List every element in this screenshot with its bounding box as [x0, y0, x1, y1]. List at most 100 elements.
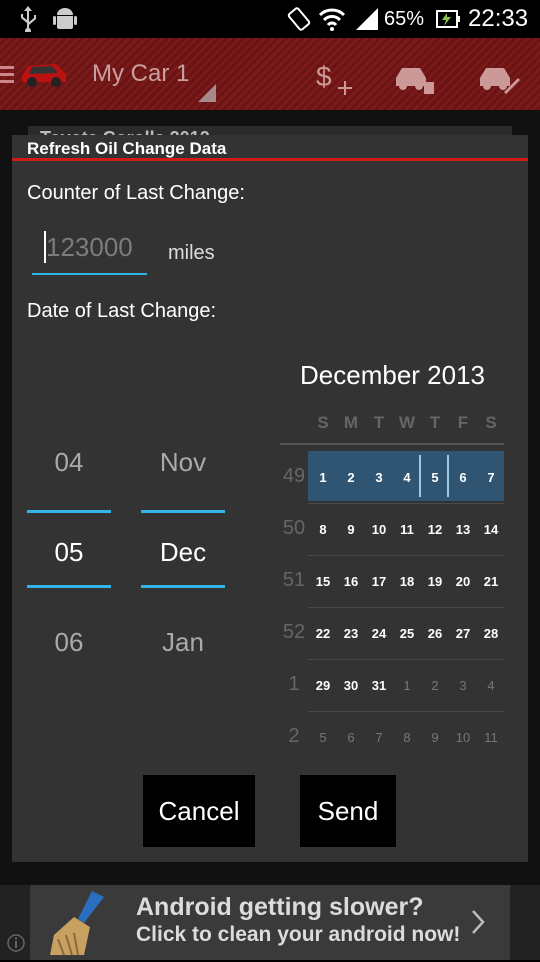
calendar-day[interactable]: 9: [337, 522, 365, 537]
date-label: Date of Last Change:: [27, 300, 217, 322]
delete-car-icon[interactable]: [394, 60, 438, 101]
calendar-day[interactable]: 15: [309, 574, 337, 589]
week-divider: [308, 607, 504, 608]
month-select-line-top: [141, 510, 225, 513]
spinner-arrow-icon[interactable]: [198, 84, 216, 107]
calendar-day[interactable]: 18: [393, 574, 421, 589]
day-selected[interactable]: 05: [27, 537, 111, 568]
calendar-day[interactable]: 10: [449, 730, 477, 745]
calendar-day[interactable]: 16: [337, 574, 365, 589]
calendar-day[interactable]: 8: [393, 730, 421, 745]
ad-banner[interactable]: Android getting slower? Click to clean y…: [0, 885, 540, 960]
month-select-line-bottom: [141, 585, 225, 588]
calendar-day[interactable]: 25: [393, 626, 421, 641]
day-prev[interactable]: 04: [27, 447, 111, 478]
calendar-day[interactable]: 3: [365, 470, 393, 485]
battery-percent: 65%: [384, 8, 425, 30]
calendar-day[interactable]: 29: [309, 678, 337, 693]
calendar-day[interactable]: 26: [421, 626, 449, 641]
clock: 22:33: [468, 5, 529, 32]
weekday-header: S: [485, 413, 497, 432]
status-bar: 65% 22:33: [0, 0, 540, 38]
month-prev[interactable]: Nov: [141, 447, 225, 478]
week-number: 2: [288, 725, 300, 747]
calendar-day[interactable]: 6: [337, 730, 365, 745]
month-picker[interactable]: Nov Dec Jan: [141, 435, 225, 665]
units-label: miles: [168, 242, 215, 264]
ad-content[interactable]: Android getting slower? Click to clean y…: [30, 885, 510, 960]
usb-icon: [16, 6, 40, 37]
car-logo-icon[interactable]: [18, 54, 70, 95]
battery-charging-icon: [436, 9, 460, 34]
week-divider: [308, 555, 504, 556]
week-number: 51: [282, 569, 306, 591]
calendar-day[interactable]: 7: [477, 470, 505, 485]
calendar-day[interactable]: 11: [477, 730, 505, 745]
week-number: 49: [282, 465, 306, 487]
calendar-day[interactable]: 2: [421, 678, 449, 693]
week-divider: [308, 503, 504, 504]
day-picker[interactable]: 04 05 06: [27, 435, 111, 665]
calendar-day[interactable]: 9: [421, 730, 449, 745]
calendar-day[interactable]: 22: [309, 626, 337, 641]
calendar-day[interactable]: 21: [477, 574, 505, 589]
wifi-icon: [318, 6, 346, 37]
calendar-day[interactable]: 19: [421, 574, 449, 589]
action-bar: My Car 1 $: [0, 38, 540, 110]
day-select-line-bottom: [27, 585, 111, 588]
counter-label: Counter of Last Change:: [27, 182, 245, 204]
edit-car-icon[interactable]: [478, 60, 522, 101]
calendar-day[interactable]: 5: [309, 730, 337, 745]
week-number: 1: [288, 673, 300, 695]
counter-input[interactable]: [46, 229, 146, 265]
calendar-day[interactable]: 3: [449, 678, 477, 693]
calendar-day[interactable]: 5: [421, 470, 449, 485]
calendar-day[interactable]: 20: [449, 574, 477, 589]
week-divider: [308, 711, 504, 712]
weekday-header: F: [457, 413, 469, 432]
send-button[interactable]: Send: [300, 775, 396, 847]
calendar-day[interactable]: 13: [449, 522, 477, 537]
rotation-icon: [286, 6, 312, 37]
calendar-day[interactable]: 7: [365, 730, 393, 745]
calendar-day[interactable]: 10: [365, 522, 393, 537]
day-select-line-top: [27, 510, 111, 513]
calendar-day[interactable]: 4: [393, 470, 421, 485]
calendar-day[interactable]: 23: [337, 626, 365, 641]
ad-subline: Click to clean your android now!: [136, 923, 461, 946]
calendar-day[interactable]: 1: [309, 470, 337, 485]
month-selected[interactable]: Dec: [141, 537, 225, 568]
week-number: 52: [282, 621, 306, 643]
calendar-title: December 2013: [300, 360, 485, 390]
calendar-day[interactable]: 1: [393, 678, 421, 693]
month-next[interactable]: Jan: [141, 627, 225, 658]
menu-icon[interactable]: [0, 64, 14, 89]
calendar-day[interactable]: 12: [421, 522, 449, 537]
add-expense-icon[interactable]: $: [316, 61, 356, 103]
cancel-button[interactable]: Cancel: [143, 775, 255, 847]
info-icon[interactable]: [6, 933, 26, 958]
calendar-day[interactable]: 30: [337, 678, 365, 693]
calendar-day[interactable]: 31: [365, 678, 393, 693]
calendar-day[interactable]: 6: [449, 470, 477, 485]
weekday-header: W: [398, 413, 416, 432]
title-divider: [12, 158, 528, 161]
calendar-header-divider: [280, 443, 504, 445]
android-icon: [52, 6, 78, 37]
counter-field[interactable]: [32, 229, 147, 275]
calendar-day[interactable]: 14: [477, 522, 505, 537]
calendar-day[interactable]: 8: [309, 522, 337, 537]
day-next[interactable]: 06: [27, 627, 111, 658]
chevron-right-icon[interactable]: [470, 909, 486, 940]
calendar-day[interactable]: 27: [449, 626, 477, 641]
car-title[interactable]: My Car 1: [92, 60, 189, 88]
svg-text:$: $: [316, 62, 332, 92]
calendar-day[interactable]: 11: [393, 522, 421, 537]
calendar-day[interactable]: 28: [477, 626, 505, 641]
calendar-day[interactable]: 4: [477, 678, 505, 693]
dialog-title: Refresh Oil Change Data: [27, 139, 227, 158]
oil-change-dialog: Refresh Oil Change Data Counter of Last …: [12, 135, 528, 862]
calendar-day[interactable]: 2: [337, 470, 365, 485]
calendar-day[interactable]: 17: [365, 574, 393, 589]
calendar-day[interactable]: 24: [365, 626, 393, 641]
